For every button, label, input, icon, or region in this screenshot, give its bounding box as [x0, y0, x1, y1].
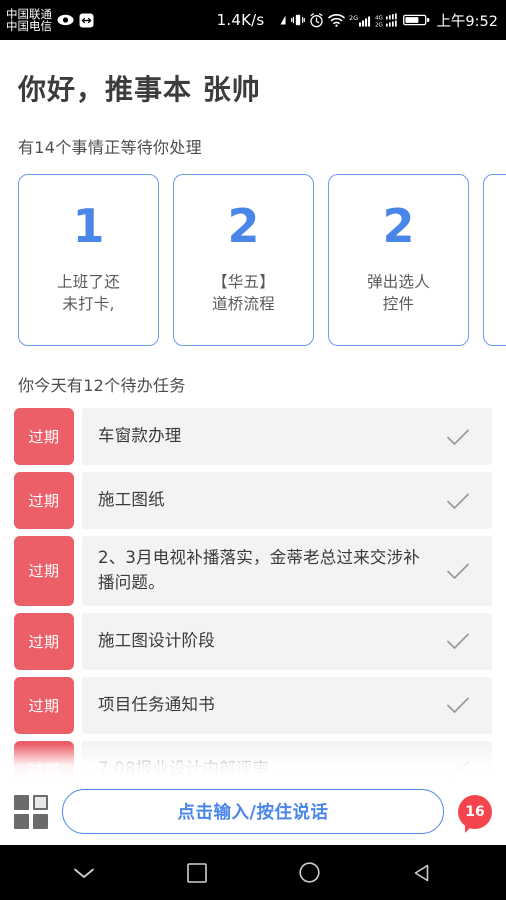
grid-square-2 [33, 794, 48, 810]
bubble-tail [465, 825, 472, 833]
status-badge: 过期 [14, 408, 74, 465]
task-title: 施工图纸 [98, 490, 165, 510]
main-content: 你好，推事本 张帅 有14个事情正等待你处理 1 上班了还 未打卡, 2 【华五… [0, 40, 506, 845]
svg-text:2G: 2G [349, 14, 358, 22]
task-card-count: 2 [382, 199, 415, 253]
task-card-label: 上班了还 未打卡, [57, 273, 120, 314]
chevron-down-icon[interactable] [56, 853, 112, 893]
battery-icon [403, 13, 430, 27]
task-title: 车窗款办理 [98, 426, 182, 446]
recents-square-icon[interactable] [169, 853, 225, 893]
table-row[interactable]: 过期 施工图纸 [14, 472, 492, 529]
task-card[interactable]: 2 【华五】 道桥流程 [173, 174, 314, 346]
svg-text:2G: 2G [375, 22, 383, 27]
task-card-carousel[interactable]: 1 上班了还 未打卡, 2 【华五】 道桥流程 2 弹出选人 控件 [0, 174, 506, 346]
grid-square-3 [14, 813, 29, 829]
carrier-names: 中国联通 中国电信 [6, 7, 52, 33]
task-title: 项目任务通知书 [98, 694, 215, 714]
task-row-body[interactable]: 施工图设计阶段 [82, 612, 492, 670]
carrier-line-2: 中国电信 [6, 19, 52, 33]
table-row[interactable]: 过期 2、3月电视补播落实，金蒂老总过来交涉补播问题。 [14, 536, 492, 606]
task-card-count: 1 [72, 199, 105, 253]
status-badge: 过期 [14, 472, 74, 529]
complete-task-button[interactable] [430, 489, 486, 513]
complete-task-button[interactable] [430, 425, 486, 449]
task-card[interactable]: 2 弹出选人 控件 [328, 174, 469, 346]
wifi-icon [328, 13, 346, 27]
status-badge: 过期 [14, 676, 74, 734]
phone-screen: 中国联通 中国电信 1.4K/s 2G 4G 2G 上午9:52 你好，推事本 … [0, 0, 506, 900]
check-icon [447, 633, 469, 649]
status-time: 上午9:52 [436, 13, 498, 30]
complete-task-button[interactable] [430, 693, 486, 717]
message-badge[interactable]: 16 [458, 794, 492, 833]
back-triangle-icon[interactable] [394, 853, 450, 893]
task-title: 2、3月电视补播落实，金蒂老总过来交涉补播问题。 [98, 548, 420, 592]
status-bar: 中国联通 中国电信 1.4K/s 2G 4G 2G 上午9:52 [0, 0, 506, 40]
task-title: 施工图设计阶段 [98, 630, 215, 650]
eye-icon [57, 14, 74, 26]
status-badge: 过期 [14, 612, 74, 670]
task-row-body[interactable]: 车窗款办理 [82, 408, 492, 465]
pending-summary: 有14个事情正等待你处理 [18, 138, 202, 157]
complete-task-button[interactable] [430, 629, 486, 653]
grid-square-4 [33, 813, 48, 829]
task-row-body[interactable]: 项目任务通知书 [82, 676, 492, 734]
wifi-signal-icon [270, 13, 287, 27]
table-row[interactable]: 过期 施工图设计阶段 [14, 612, 492, 670]
home-circle-icon[interactable] [281, 853, 337, 893]
voice-input-button[interactable]: 点击输入/按住说话 [62, 789, 444, 834]
check-icon [447, 493, 469, 509]
check-icon [447, 697, 469, 713]
todo-list-heading: 你今天有12个待办任务 [18, 376, 186, 395]
status-right-icons: 2G 4G 2G [270, 12, 430, 28]
network-speed: 1.4K/s [216, 11, 265, 29]
svg-text:4G: 4G [375, 15, 383, 21]
task-card-label: 【华五】 道桥流程 [212, 273, 275, 314]
status-badge: 过期 [14, 536, 74, 606]
task-row-body[interactable]: 施工图纸 [82, 472, 492, 529]
alarm-clock-icon [309, 12, 324, 28]
check-icon [447, 429, 469, 445]
link-icon [79, 13, 94, 28]
vibrate-icon [291, 13, 306, 27]
android-nav-bar [0, 845, 506, 900]
table-row[interactable]: 过期 项目任务通知书 [14, 676, 492, 734]
task-card-label: 弹出选人 控件 [367, 273, 430, 314]
signal-2g-icon: 2G [349, 13, 371, 28]
page-title: 你好，推事本 张帅 [18, 73, 261, 106]
complete-task-button[interactable] [430, 559, 486, 583]
task-card[interactable]: 1 上班了还 未打卡, [18, 174, 159, 346]
task-row-body[interactable]: 2、3月电视补播落实，金蒂老总过来交涉补播问题。 [82, 536, 492, 606]
status-left-icons [57, 13, 94, 28]
table-row[interactable]: 过期 车窗款办理 [14, 408, 492, 465]
task-card-partial[interactable] [483, 174, 506, 346]
todo-task-list: 过期 车窗款办理 过期 施工图纸 过期 2、3月电视补播落实，金蒂老总过来交涉补… [0, 408, 506, 798]
task-card-count: 2 [227, 199, 260, 253]
grid-apps-icon[interactable] [14, 794, 48, 829]
message-count: 16 [458, 794, 492, 829]
signal-4g-2g-icon: 4G 2G [375, 12, 399, 28]
bottom-input-bar: 点击输入/按住说话 16 [0, 778, 506, 845]
grid-square-1 [14, 794, 29, 810]
check-icon [447, 563, 469, 579]
